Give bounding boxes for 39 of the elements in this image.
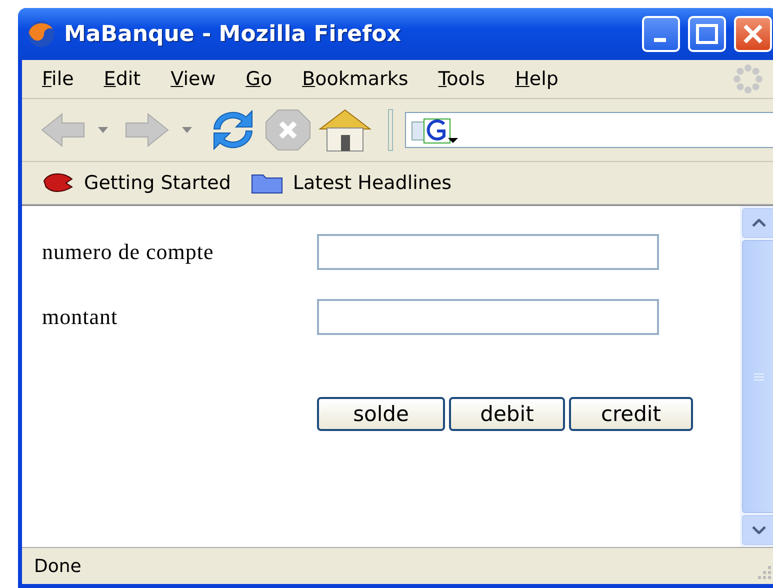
menu-item[interactable]: File (38, 68, 88, 90)
maximize-button[interactable] (688, 16, 726, 52)
bookmark-item[interactable]: Getting Started (42, 171, 231, 195)
menu-item[interactable]: Help (511, 68, 572, 90)
firefox-logo-icon (26, 19, 56, 49)
chevron-down-icon[interactable] (752, 526, 766, 534)
status-text: Done (34, 556, 82, 576)
menu-item[interactable]: Bookmarks (298, 68, 422, 90)
throbber-icon (732, 63, 764, 95)
close-icon[interactable] (743, 24, 763, 44)
input-field[interactable] (317, 234, 659, 270)
scroll-up-button[interactable] (742, 208, 773, 238)
field-label: montant (42, 304, 119, 330)
close-button[interactable] (734, 16, 772, 52)
menu-item[interactable]: View (166, 68, 230, 90)
minimize-button[interactable] (642, 16, 680, 52)
chevron-up-icon[interactable] (752, 219, 766, 227)
dropdown-caret-icon[interactable] (182, 127, 192, 133)
form-button[interactable]: credit (569, 397, 693, 431)
dinosaur-icon (42, 171, 74, 195)
bookmark-label[interactable]: Latest Headlines (292, 172, 452, 194)
bookmark-item[interactable]: Latest Headlines (250, 171, 452, 195)
form-button[interactable]: solde (317, 397, 445, 431)
form-button[interactable]: debit (449, 397, 565, 431)
field-label: numero de compte (42, 239, 215, 265)
scroll-down-button[interactable] (742, 515, 773, 545)
scroll-thumb[interactable] (742, 240, 773, 513)
home-icon[interactable] (318, 107, 372, 153)
bookmark-label[interactable]: Getting Started (84, 172, 231, 194)
input-field[interactable] (317, 299, 659, 335)
maximize-icon[interactable] (696, 24, 718, 44)
menu-item[interactable]: Edit (100, 68, 155, 90)
menu-item[interactable]: Tools (434, 68, 500, 90)
window-title: MaBanque - Mozilla Firefox (64, 22, 402, 46)
dropdown-caret-icon[interactable] (98, 127, 108, 133)
scrollbar[interactable] (740, 206, 773, 547)
search-field[interactable] (405, 112, 773, 148)
menu-item[interactable]: Go (242, 68, 286, 90)
resize-grip-icon[interactable] (756, 564, 772, 580)
